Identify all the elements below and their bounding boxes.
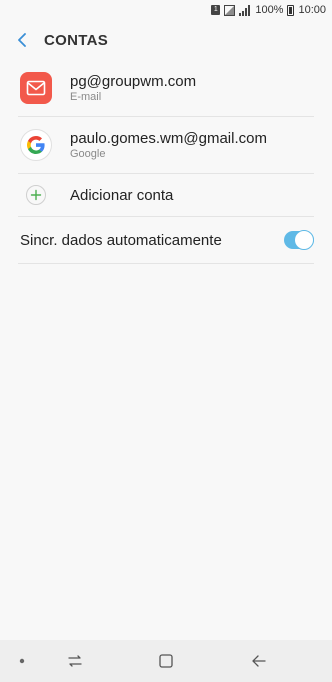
app-bar: CONTAS [0,20,332,60]
back-button[interactable] [0,20,44,60]
chevron-left-icon [18,33,26,47]
recent-apps-button[interactable] [60,640,90,682]
auto-sync-toggle[interactable] [284,230,314,250]
nav-dot-button[interactable] [12,640,32,682]
add-account-button[interactable]: Adicionar conta [18,174,314,217]
home-square-icon [159,654,173,668]
clock: 10:00 [298,4,326,16]
account-title: paulo.gomes.wm@gmail.com [70,130,267,147]
navigation-bar [0,640,332,682]
status-bar: 1 100% 10:00 [0,0,332,20]
account-type: E-mail [70,91,102,103]
account-item-google[interactable]: paulo.gomes.wm@gmail.com Google [18,117,314,174]
back-nav-button[interactable] [244,640,274,682]
recent-apps-icon [68,655,82,667]
accounts-list: pg@groupwm.com E-mail paulo.gomes.wm@gma… [0,60,332,264]
battery-icon [287,4,295,16]
google-icon [20,129,52,161]
home-button[interactable] [151,640,181,682]
toggle-knob [294,230,314,250]
arrow-left-icon [252,655,266,667]
plus-circle-icon [20,179,52,211]
sim-card-icon: 1 [211,5,221,15]
auto-sync-label: Sincr. dados automaticamente [20,231,222,249]
account-type: Google [70,148,106,160]
account-title: pg@groupwm.com [70,73,197,90]
email-icon [20,72,52,104]
page-title: CONTAS [44,31,109,49]
battery-percent: 100% [255,4,284,16]
add-account-label: Adicionar conta [70,186,174,204]
no-signal-icon [224,4,236,16]
account-item-email[interactable]: pg@groupwm.com E-mail [18,60,314,117]
dot-icon [19,658,25,664]
cell-signal-icon [239,4,251,16]
auto-sync-row[interactable]: Sincr. dados automaticamente [18,217,314,264]
